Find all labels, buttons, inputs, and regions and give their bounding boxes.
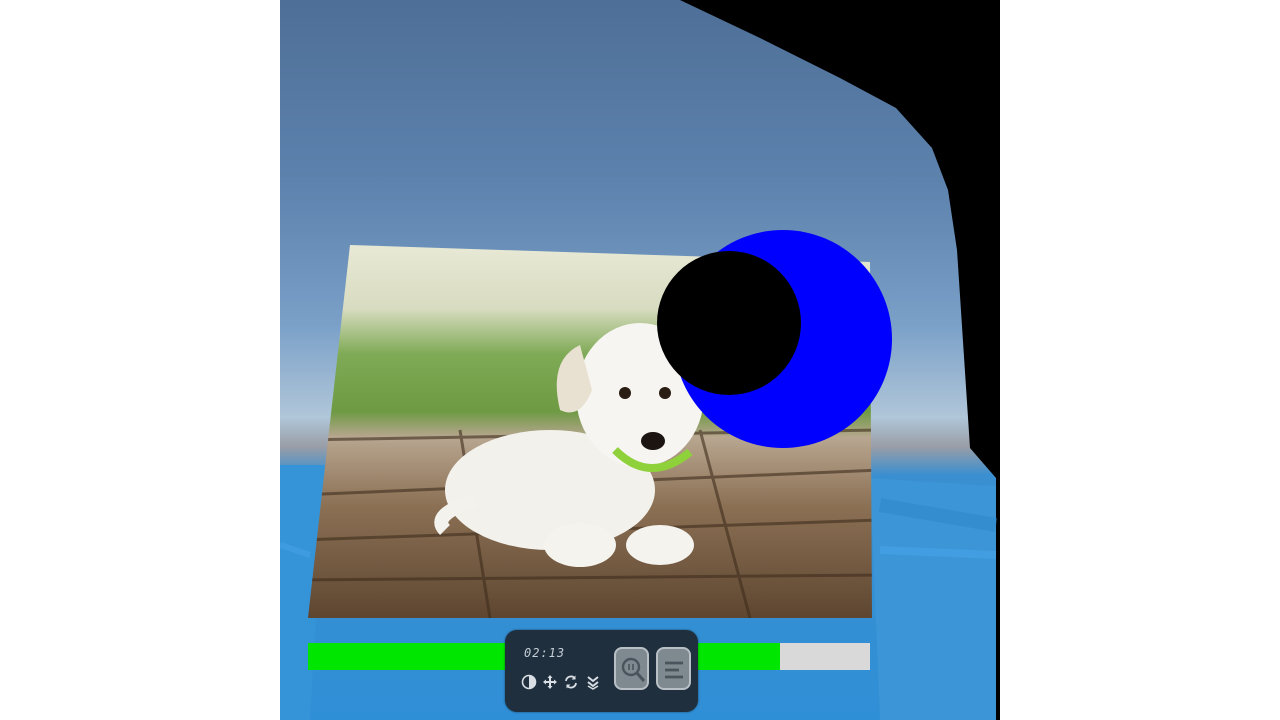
marker-inner — [657, 251, 801, 395]
timestamp-label: 02:13 — [524, 646, 566, 660]
vr-viewport: 02:13 — [280, 0, 1000, 720]
menu-button[interactable] — [656, 647, 691, 690]
menu-icon — [665, 661, 683, 679]
zoom-icon — [621, 657, 646, 682]
contrast-icon[interactable] — [521, 674, 537, 694]
layers-icon[interactable] — [585, 674, 601, 694]
zoom-button[interactable] — [614, 647, 649, 690]
rotate-icon[interactable] — [563, 674, 579, 694]
move-icon[interactable] — [542, 674, 558, 694]
media-controls: 02:13 — [505, 630, 698, 712]
tracking-marker[interactable] — [280, 0, 1000, 720]
